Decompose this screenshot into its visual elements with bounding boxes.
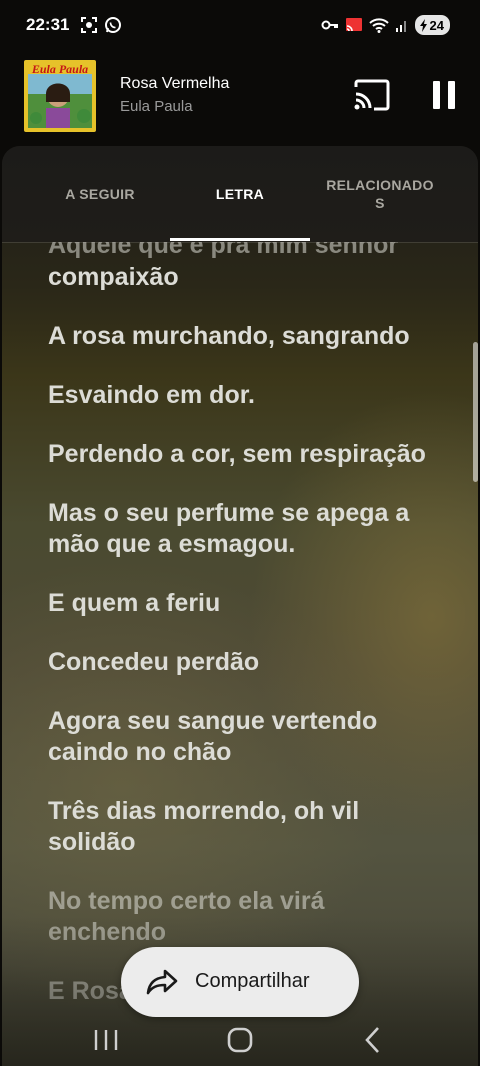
scrollbar-thumb[interactable] <box>473 342 478 482</box>
vpn-key-icon <box>321 20 338 30</box>
share-button-label: Compartilhar <box>195 970 310 992</box>
pause-button[interactable] <box>426 78 462 112</box>
lyric-line: A rosa murchando, sangrando <box>48 322 410 350</box>
battery-level: 24 <box>429 17 444 33</box>
tab-bar: A SEGUIR LETRA RELACIONADO S <box>2 146 478 242</box>
wifi-icon <box>368 18 389 33</box>
lyric-line: Mas o seu perfume se apega a mão que a e… <box>48 499 410 558</box>
album-cover[interactable]: Eula Paula <box>24 60 96 132</box>
lyric-line: Agora seu sangue vertendo caindo no chão <box>48 707 378 766</box>
mini-player[interactable]: Eula Paula Rosa Vermelha Eula Paula <box>0 50 480 146</box>
signal-icon <box>395 21 406 32</box>
lyrics-sheet: A SEGUIR LETRA RELACIONADO S Aquele que … <box>2 146 478 1066</box>
tab-indicator <box>170 238 310 241</box>
lyric-line: No tempo certo ela virá enchendo <box>48 887 325 946</box>
album-cover-text: Eula Paula <box>31 62 89 76</box>
battery-icon: 24 <box>414 15 450 35</box>
tab-lyrics[interactable]: LETRA <box>170 146 310 242</box>
system-navigation-bar <box>0 1010 480 1066</box>
lyrics-text[interactable]: compaixão A rosa murchando, sangrando Es… <box>48 262 448 1035</box>
lyric-line: Concedeu perdão <box>48 648 260 676</box>
song-artist: Eula Paula <box>120 98 193 115</box>
cast-button[interactable] <box>352 78 392 112</box>
cast-icon <box>345 18 362 32</box>
share-button[interactable]: Compartilhar <box>121 947 359 1017</box>
lyric-line: Perdendo a cor, sem respiração <box>48 440 426 468</box>
home-icon[interactable] <box>220 1020 260 1060</box>
lyric-line: Esvaindo em dor. <box>48 381 256 409</box>
tab-up-next[interactable]: A SEGUIR <box>22 146 178 242</box>
status-bar: 22:31 24 <box>0 0 480 50</box>
lyric-line: compaixão <box>48 263 179 291</box>
tab-related[interactable]: RELACIONADO S <box>322 146 438 242</box>
whatsapp-icon <box>105 17 121 33</box>
lyric-line: E quem a feriu <box>48 589 221 617</box>
back-icon[interactable] <box>354 1020 394 1060</box>
status-time: 22:31 <box>26 15 70 34</box>
song-title: Rosa Vermelha <box>120 75 230 92</box>
recent-apps-icon[interactable] <box>86 1020 126 1060</box>
share-arrow-icon <box>146 969 178 995</box>
lyric-line: Três dias morrendo, oh vil solidão <box>48 797 360 856</box>
screenshot-icon <box>81 17 97 33</box>
